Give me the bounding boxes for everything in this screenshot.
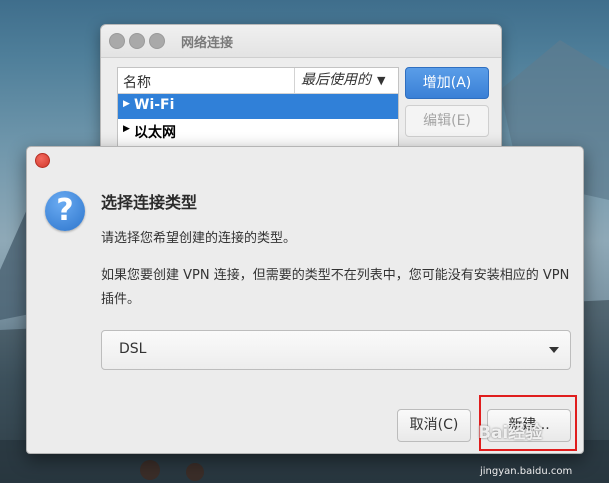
column-header-last-used[interactable]: 最后使用的 ▼ — [294, 68, 399, 93]
expander-triangle-icon[interactable]: ▶ — [123, 124, 130, 134]
dialog-vpn-note: 如果您要创建 VPN 连接，但需要的类型不在列表中，您可能没有安装相应的 VPN… — [101, 268, 570, 307]
column-header-last-used-label: 最后使用的 — [301, 72, 371, 88]
close-window-button[interactable] — [109, 33, 125, 49]
close-dialog-button[interactable] — [35, 153, 50, 168]
sort-caret-icon: ▼ — [377, 74, 386, 87]
list-header: 名称 最后使用的 ▼ — [118, 68, 398, 94]
connection-type-value: DSL — [119, 341, 147, 357]
expander-triangle-icon[interactable]: ▶ — [123, 99, 130, 109]
column-header-name[interactable]: 名称 — [123, 72, 151, 92]
window-title: 网络连接 — [181, 36, 234, 51]
watermark-url: jingyan.baidu.com — [480, 466, 573, 477]
list-item-wifi[interactable]: ▶ Wi-Fi — [118, 94, 398, 119]
watermark-logo: Bai经验 — [478, 423, 543, 443]
add-button[interactable]: 增加(A) — [405, 67, 489, 99]
dialog-heading: 选择连接类型 — [101, 193, 198, 212]
list-item-ethernet[interactable]: ▶ 以太网 — [118, 119, 398, 144]
cancel-button[interactable]: 取消(C) — [397, 409, 471, 442]
minimize-window-button[interactable] — [129, 33, 145, 49]
dialog-titlebar — [27, 147, 583, 171]
question-icon: ? — [45, 191, 85, 231]
maximize-window-button[interactable] — [149, 33, 165, 49]
dropdown-arrow-icon — [549, 347, 559, 353]
edit-button[interactable]: 编辑(E) — [405, 105, 489, 137]
list-item-label: Wi-Fi — [134, 97, 175, 113]
connection-type-select[interactable]: DSL — [101, 330, 571, 370]
list-item-label: 以太网 — [134, 125, 176, 141]
window-titlebar: 网络连接 — [101, 25, 501, 58]
dialog-prompt-text: 请选择您希望创建的连接的类型。 — [101, 231, 297, 246]
